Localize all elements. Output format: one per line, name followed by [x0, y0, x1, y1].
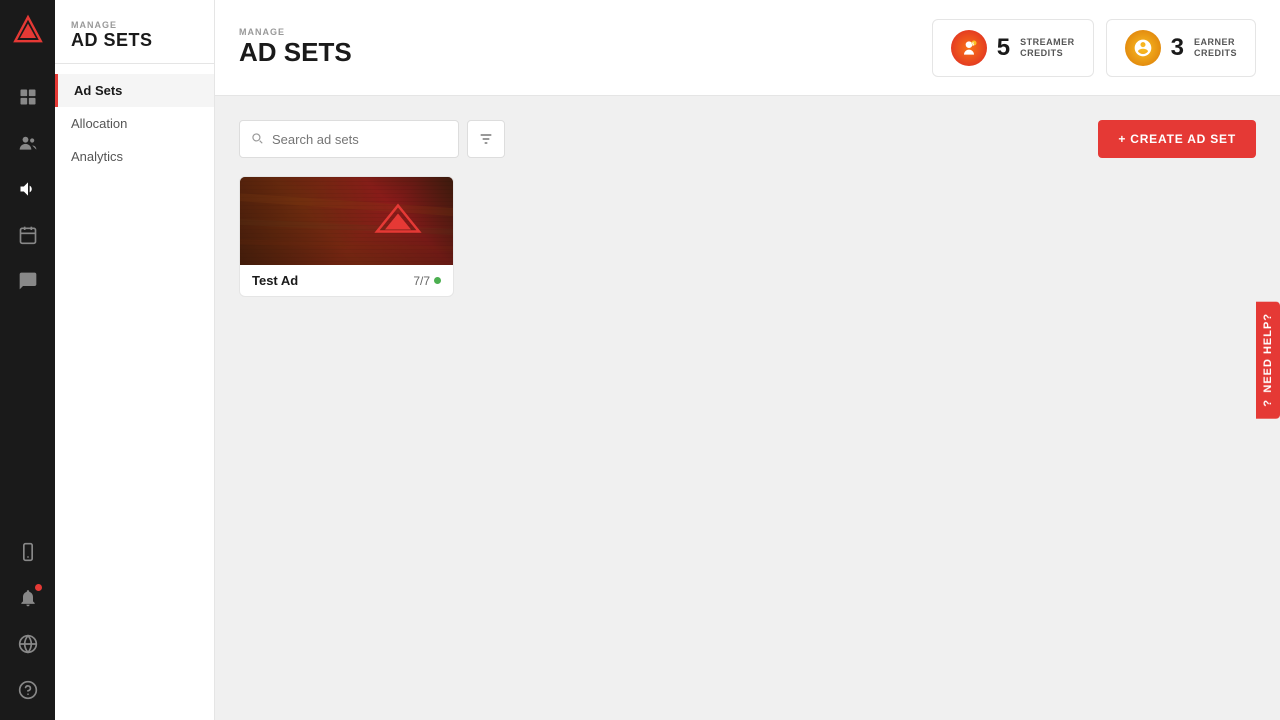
page-title: AD SETS: [239, 37, 352, 68]
ad-card-logo: [373, 204, 423, 239]
earner-credits-icon: [1125, 30, 1161, 66]
sidebar-header: MANAGE AD SETS: [55, 0, 214, 64]
earner-credits-label1: EARNER: [1194, 37, 1237, 48]
filter-button[interactable]: [467, 120, 505, 158]
streamer-credits-card: $ 5 STREAMER CREDITS: [932, 19, 1094, 77]
streamer-credits-label1: STREAMER: [1020, 37, 1075, 48]
mobile-icon[interactable]: [8, 532, 48, 572]
need-help-icon: ?: [1262, 399, 1274, 407]
main-content: MANAGE AD SETS $ 5 STREAMER CREDITS: [215, 0, 1280, 720]
secondary-sidebar: MANAGE AD SETS Ad Sets Allocation Analyt…: [55, 0, 215, 720]
ad-card-status: 7/7: [413, 274, 441, 288]
app-logo: [12, 14, 44, 51]
icon-sidebar: [0, 0, 55, 720]
streamer-credits-count: 5: [997, 34, 1010, 62]
ad-card-name: Test Ad: [252, 273, 298, 288]
ad-card[interactable]: Test Ad 7/7: [239, 176, 454, 297]
credits-area: $ 5 STREAMER CREDITS 3 EARNER CREDITS: [932, 19, 1256, 77]
globe-icon[interactable]: [8, 624, 48, 664]
search-input[interactable]: [272, 132, 448, 147]
toolbar-left: [239, 120, 505, 158]
create-ad-set-button[interactable]: + CREATE AD SET: [1098, 120, 1256, 158]
notifications-icon[interactable]: [8, 578, 48, 618]
sidebar-section-title: AD SETS: [71, 30, 198, 51]
help-circle-icon[interactable]: [8, 670, 48, 710]
sidebar-nav: Ad Sets Allocation Analytics: [55, 64, 214, 183]
search-icon: [250, 131, 264, 148]
ad-card-image: [240, 177, 453, 265]
earner-credits-count: 3: [1171, 34, 1184, 62]
ad-cards-grid: Test Ad 7/7: [239, 176, 1256, 297]
search-box: [239, 120, 459, 158]
content-area: + CREATE AD SET: [215, 96, 1280, 720]
top-bar: MANAGE AD SETS $ 5 STREAMER CREDITS: [215, 0, 1280, 96]
manage-label: MANAGE: [71, 20, 198, 30]
chat-icon[interactable]: [8, 261, 48, 301]
toolbar: + CREATE AD SET: [239, 120, 1256, 158]
need-help-label: Need Help?: [1262, 313, 1274, 393]
streamer-credits-label2: CREDITS: [1020, 48, 1075, 59]
ad-status-text: 7/7: [413, 274, 430, 288]
need-help-button[interactable]: ? Need Help?: [1256, 301, 1280, 418]
streamer-credits-icon: $: [951, 30, 987, 66]
status-dot-icon: [434, 277, 441, 284]
page-header: MANAGE AD SETS: [239, 27, 352, 68]
ad-card-footer: Test Ad 7/7: [240, 265, 453, 296]
calendar-icon[interactable]: [8, 215, 48, 255]
users-icon[interactable]: [8, 123, 48, 163]
top-manage-label: MANAGE: [239, 27, 352, 37]
earner-credits-card: 3 EARNER CREDITS: [1106, 19, 1256, 77]
sidebar-item-ad-sets[interactable]: Ad Sets: [55, 74, 214, 107]
megaphone-icon[interactable]: [8, 169, 48, 209]
sidebar-item-analytics[interactable]: Analytics: [55, 140, 214, 173]
earner-credits-label2: CREDITS: [1194, 48, 1237, 59]
dashboard-icon[interactable]: [8, 77, 48, 117]
sidebar-item-allocation[interactable]: Allocation: [55, 107, 214, 140]
